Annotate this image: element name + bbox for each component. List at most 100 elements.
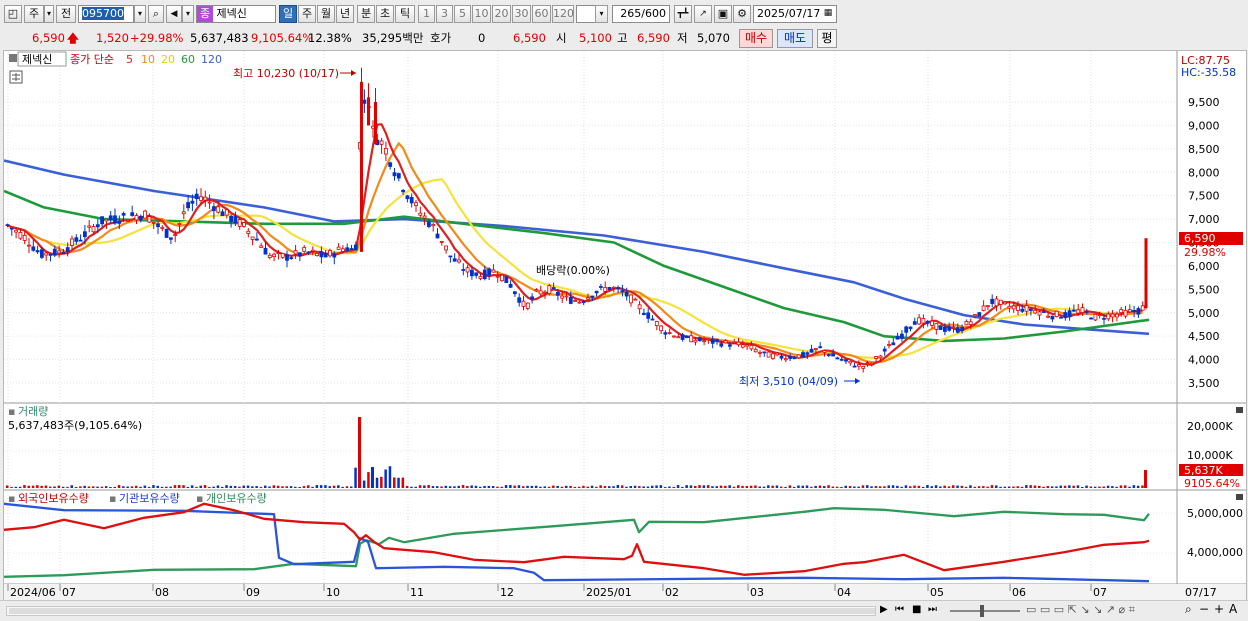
x-label: 05	[930, 586, 944, 599]
stock-code-input[interactable]: 095700	[78, 5, 134, 23]
search-icon[interactable]: ⌕	[148, 5, 164, 23]
candle-body	[1072, 309, 1076, 312]
candle-body	[642, 312, 646, 315]
volume-bar	[552, 485, 555, 488]
scroll-end-icon[interactable]: ⏭	[928, 604, 937, 615]
volume-bar	[741, 485, 744, 488]
volume-bar	[461, 485, 465, 488]
indicator-icon[interactable]: ↗	[694, 5, 712, 23]
speaker-dropdown-icon[interactable]: ▾	[182, 5, 194, 23]
candle-body	[48, 253, 53, 256]
candle-body	[943, 326, 947, 332]
chart-svg[interactable]: 제넥신 종가 단순 5 10 20 60 120 최고 10,230 (10/1…	[3, 51, 1246, 601]
candle-body	[857, 364, 861, 367]
custom-tick-dropdown-icon[interactable]: ▾	[595, 5, 608, 23]
eval-button[interactable]: 평	[817, 29, 837, 48]
tab-second[interactable]: 초	[376, 5, 394, 23]
font-size-icon[interactable]: A	[1229, 602, 1237, 616]
tab-minute[interactable]: 분	[357, 5, 375, 23]
tick-3[interactable]: 3	[436, 5, 453, 23]
zoom-out-icon[interactable]: −	[1199, 602, 1209, 616]
tick-30[interactable]: 30	[512, 5, 531, 23]
chart-area[interactable]: 제넥신 종가 단순 5 10 20 60 120 최고 10,230 (10/1…	[3, 50, 1247, 602]
volume-bar	[522, 486, 525, 488]
candle-body	[904, 326, 909, 333]
candle-body	[35, 250, 40, 253]
scroll-thumb[interactable]	[9, 608, 875, 614]
period-dropdown[interactable]: 주	[24, 5, 44, 23]
scroll-start-icon[interactable]: ⏮	[895, 604, 904, 615]
high-annotation: 최고 10,230 (10/17)	[233, 67, 339, 80]
stop-icon[interactable]: ■	[912, 604, 921, 615]
current-price: 6,590	[32, 31, 65, 45]
volume-bar	[126, 486, 129, 488]
legend-title: 종가 단순	[70, 53, 114, 66]
tab-month[interactable]: 월	[317, 5, 335, 23]
code-dropdown-icon[interactable]: ▾	[134, 5, 146, 23]
scroll-right-icon[interactable]: ▶	[880, 604, 888, 615]
holding-menu-icon[interactable]: ▪	[8, 492, 15, 505]
volume-bar	[977, 486, 981, 488]
price-tick: 5,500	[1188, 283, 1220, 296]
volume-bar	[96, 486, 99, 488]
horizontal-scrollbar[interactable]	[6, 606, 876, 616]
sell-button[interactable]: 매도	[777, 29, 813, 48]
candle-body	[564, 295, 569, 298]
period-arrow-icon[interactable]: ▾	[44, 5, 54, 23]
candle-body	[930, 320, 934, 326]
tab-week[interactable]: 주	[298, 5, 316, 23]
tick-5[interactable]: 5	[454, 5, 471, 23]
candle-body	[723, 340, 728, 344]
prev-button[interactable]: 전	[56, 5, 76, 23]
candle-body	[173, 234, 178, 236]
candle-body	[22, 234, 27, 241]
candle-body	[126, 219, 130, 222]
volume: 5,637,483	[190, 31, 249, 45]
candle-body	[573, 300, 577, 302]
candle-body	[207, 201, 212, 204]
layout-icon[interactable]: ◰	[4, 5, 22, 23]
speaker-icon[interactable]: ◀	[166, 5, 182, 23]
volume-bar	[1055, 486, 1058, 488]
candle-body	[134, 215, 139, 221]
candle-type-icon[interactable]: ┳┻	[674, 5, 692, 23]
candle-body	[14, 229, 19, 233]
calendar-icon[interactable]: ▦	[820, 5, 836, 23]
tab-day[interactable]: 일	[279, 5, 297, 23]
volume-bar	[453, 486, 456, 488]
tick-120[interactable]: 120	[552, 5, 574, 23]
volume-bar	[913, 485, 916, 488]
panel-menu-icon[interactable]	[9, 54, 17, 62]
volume-menu-icon[interactable]: ▪	[8, 405, 15, 418]
volume-close-icon[interactable]	[1236, 407, 1243, 413]
count-input[interactable]: 265/600	[612, 5, 670, 23]
tick-10[interactable]: 10	[472, 5, 491, 23]
buy-button[interactable]: 매수	[739, 29, 773, 48]
candle-body	[530, 296, 534, 300]
zoom-search-icon[interactable]: ⌕	[1185, 602, 1192, 617]
tick-60[interactable]: 60	[532, 5, 551, 23]
tick-1[interactable]: 1	[418, 5, 435, 23]
volume-bar	[887, 485, 890, 488]
holding-close-icon[interactable]	[1236, 494, 1243, 500]
settings-icon[interactable]: ⚙	[733, 5, 751, 23]
zoom-slider-handle[interactable]	[980, 605, 984, 617]
tab-tick[interactable]: 틱	[395, 5, 415, 23]
candle-body	[633, 298, 638, 301]
zoom-in-icon[interactable]: +	[1214, 602, 1224, 616]
x-label: 07	[1093, 586, 1107, 599]
view-tools-icons[interactable]: ▭ ▭ ▭ ⇱ ↘ ↘ ↗ ⌀ ⌗	[1026, 603, 1135, 617]
candle-body	[52, 248, 57, 256]
save-icon[interactable]: ▣	[714, 5, 732, 23]
zoom-slider[interactable]	[950, 610, 1020, 612]
period-label: 주	[28, 7, 40, 20]
candle-body	[534, 289, 539, 292]
volume-bar	[835, 486, 839, 488]
tick-20[interactable]: 20	[492, 5, 511, 23]
candle-body	[637, 304, 642, 310]
stock-name-field[interactable]: 종 제넥신	[196, 5, 276, 23]
tab-year[interactable]: 년	[336, 5, 354, 23]
volume-bar	[431, 486, 435, 488]
turnover: 12.38%	[308, 31, 352, 45]
stock-type-badge: 종	[197, 6, 213, 22]
